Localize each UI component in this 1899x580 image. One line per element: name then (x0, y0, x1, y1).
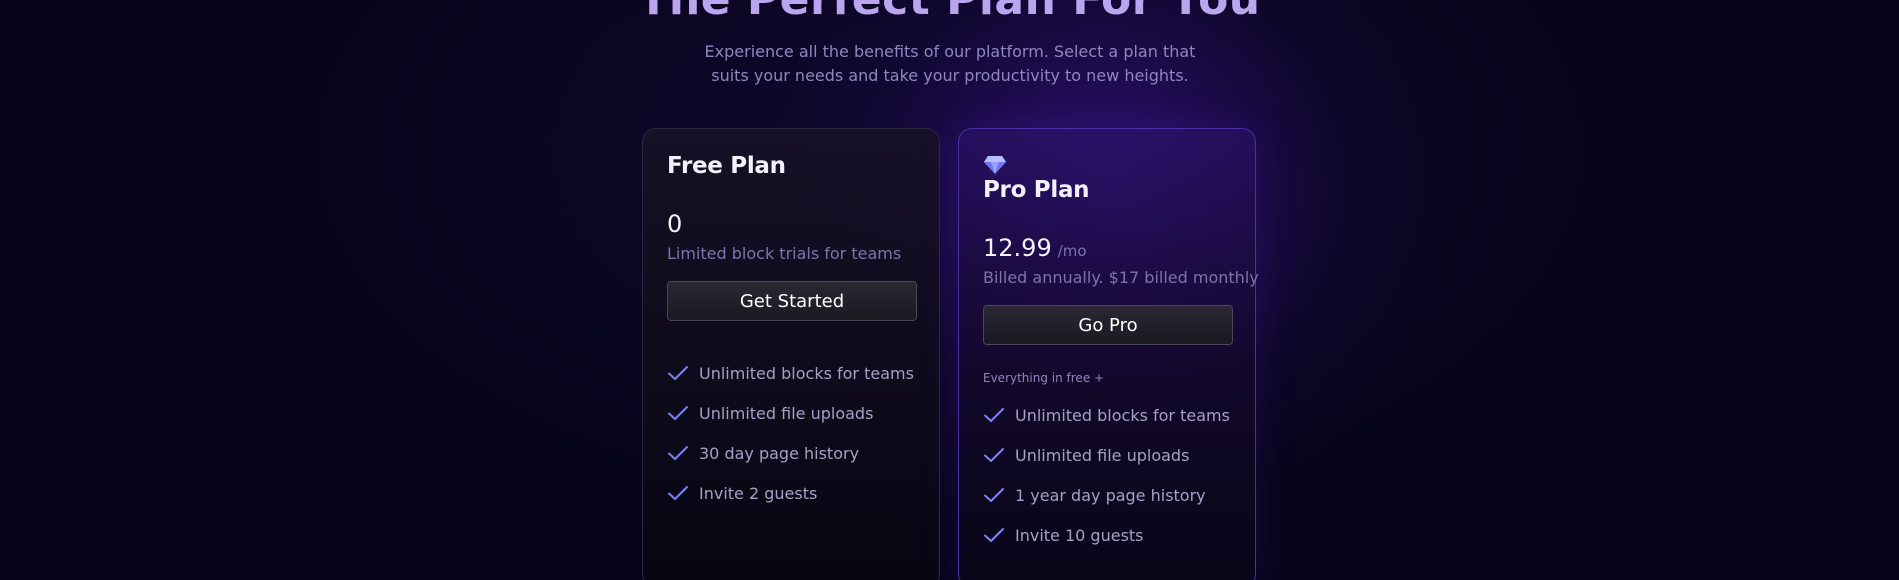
pricing-section: The Perfect Plan For You Experience all … (0, 0, 1899, 580)
feature-item: Unlimited blocks for teams (667, 353, 914, 393)
subtitle-line-1: Experience all the benefits of our platf… (704, 42, 1196, 61)
check-icon (668, 486, 688, 500)
check-icon (984, 528, 1004, 542)
price-period: /mo (1057, 242, 1087, 260)
check-icon (984, 408, 1004, 422)
go-pro-button[interactable]: Go Pro (983, 305, 1233, 345)
feature-label: 30 day page history (699, 443, 860, 463)
plan-note: Limited block trials for teams (667, 244, 902, 263)
get-started-button[interactable]: Get Started (667, 281, 917, 321)
plan-note: Billed annually. $17 billed monthly (983, 268, 1259, 287)
feature-list: Unlimited blocks for teams Unlimited fil… (983, 395, 1230, 555)
pro-plan-card: Pro Plan 12.99 /mo Billed annually. $17 … (958, 128, 1259, 580)
feature-item: Unlimited file uploads (667, 393, 914, 433)
free-plan-card: Free Plan 0 Limited block trials for tea… (642, 128, 940, 580)
subtitle-line-2: suits your needs and take your productiv… (711, 66, 1189, 85)
feature-item: Invite 2 guests (667, 473, 914, 513)
plan-price: 12.99 (983, 234, 1052, 262)
feature-label: Invite 2 guests (699, 483, 818, 503)
page-subtitle: Experience all the benefits of our platf… (700, 40, 1200, 88)
feature-item: Unlimited blocks for teams (983, 395, 1230, 435)
feature-item: Invite 10 guests (983, 515, 1230, 555)
feature-label: Unlimited file uploads (1015, 445, 1190, 465)
feature-item: 30 day page history (667, 433, 914, 473)
price-row: 0 (667, 210, 682, 238)
feature-list: Unlimited blocks for teams Unlimited fil… (667, 353, 914, 513)
check-icon (668, 406, 688, 420)
feature-item: Unlimited file uploads (983, 435, 1230, 475)
feature-label: Invite 10 guests (1015, 525, 1144, 545)
features-heading: Everything in free + (983, 371, 1105, 385)
feature-label: 1 year day page history (1015, 485, 1206, 505)
plan-name: Free Plan (667, 153, 786, 179)
feature-label: Unlimited blocks for teams (699, 363, 914, 383)
check-icon (668, 446, 688, 460)
feature-item: 1 year day page history (983, 475, 1230, 515)
plan-price: 0 (667, 210, 683, 238)
feature-label: Unlimited blocks for teams (1015, 405, 1230, 425)
feature-label: Unlimited file uploads (699, 403, 874, 423)
page-title: The Perfect Plan For You (0, 0, 1899, 27)
check-icon (668, 366, 688, 380)
diamond-icon (984, 156, 1006, 174)
price-row: 12.99 /mo (983, 234, 1087, 262)
check-icon (984, 448, 1004, 462)
plan-name: Pro Plan (983, 177, 1090, 203)
check-icon (984, 488, 1004, 502)
